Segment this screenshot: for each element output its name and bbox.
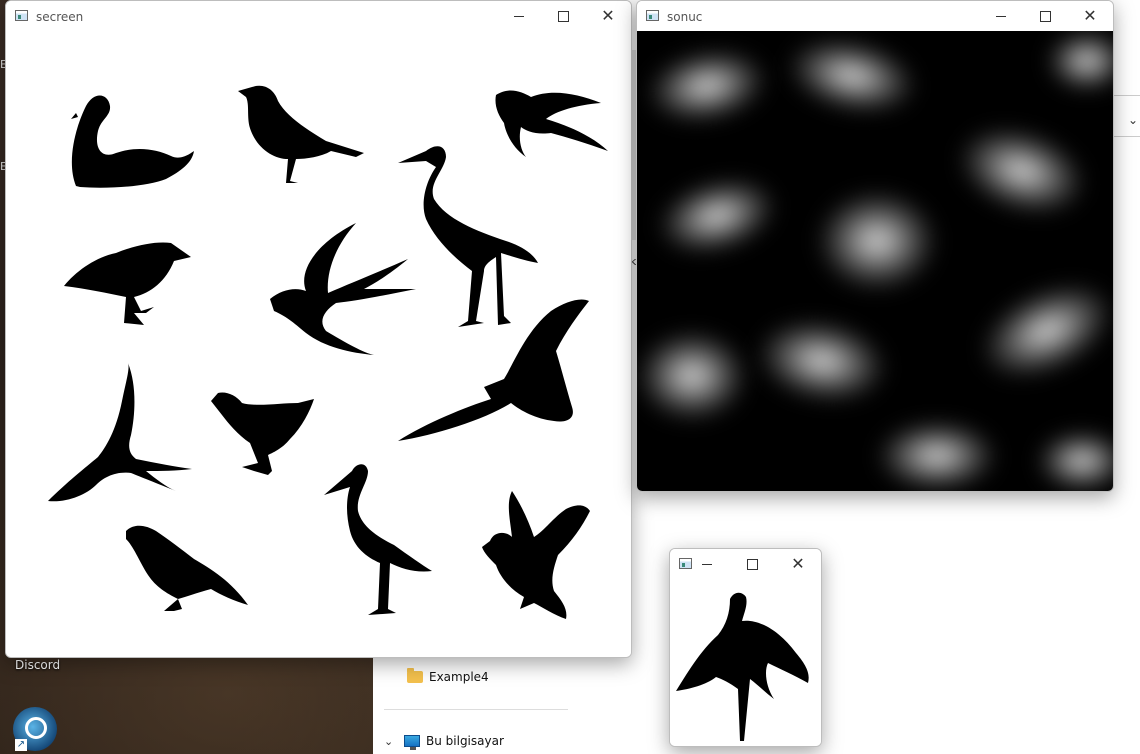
- window-title: sonuc: [667, 10, 703, 24]
- shortcut-arrow-icon: ↗: [15, 739, 27, 751]
- heatmap-blob: [641, 41, 773, 131]
- swallow-template-silhouette: [676, 592, 809, 741]
- heron-silhouette: [398, 146, 538, 327]
- heatmap-blob: [637, 331, 747, 421]
- sonuc-window: sonuc ✕: [636, 0, 1114, 492]
- heatmap-blob: [751, 310, 893, 412]
- heatmap-blob: [1037, 431, 1113, 491]
- nav-item-label: Bu bilgisayar: [426, 734, 504, 748]
- swallow-silhouette: [270, 223, 416, 355]
- hen-silhouette: [211, 392, 314, 475]
- stork-silhouette: [324, 464, 432, 615]
- nav-item-this-pc[interactable]: ⌄ Bu bilgisayar: [384, 734, 504, 750]
- starling-silhouette: [64, 242, 191, 325]
- window-titlebar[interactable]: ✕: [670, 549, 821, 579]
- swan-silhouette: [71, 95, 194, 188]
- heatmap-blob: [817, 191, 937, 291]
- window-title: secreen: [36, 10, 84, 24]
- bird-silhouettes-image: [6, 31, 631, 657]
- app-window-icon: [15, 10, 28, 21]
- maximize-button[interactable]: [730, 549, 774, 579]
- template-image: [670, 579, 821, 746]
- maximize-button[interactable]: [541, 1, 585, 31]
- swallow-silhouette: [495, 90, 608, 157]
- eagle-silhouette: [398, 299, 589, 441]
- steam-logo-ring: [25, 717, 47, 739]
- minimize-button[interactable]: [497, 1, 541, 31]
- maximize-button[interactable]: [1023, 1, 1067, 31]
- swallow-silhouette: [48, 363, 192, 502]
- chevron-down-icon[interactable]: ⌄: [384, 735, 398, 748]
- heatmap-blob: [966, 265, 1113, 397]
- minimize-button[interactable]: [685, 549, 729, 579]
- match-result-heatmap: [637, 31, 1113, 491]
- window-titlebar[interactable]: sonuc ✕: [637, 1, 1113, 31]
- close-button[interactable]: ✕: [586, 1, 630, 31]
- heatmap-blob: [947, 112, 1097, 230]
- discord-desktop-icon-label[interactable]: Discord: [15, 658, 60, 672]
- nav-divider: [384, 709, 568, 710]
- dove-silhouette: [482, 491, 590, 619]
- window-titlebar[interactable]: secreen ✕: [6, 1, 631, 31]
- sparrow-silhouette: [126, 525, 248, 611]
- heatmap-blob: [1047, 31, 1113, 91]
- chevron-down-icon[interactable]: ⌄: [1128, 113, 1138, 127]
- computer-icon: [404, 735, 420, 750]
- folder-icon: [407, 668, 423, 683]
- app-window-icon: [646, 10, 659, 21]
- close-button[interactable]: ✕: [776, 549, 820, 579]
- steam-icon[interactable]: ↗: [13, 707, 57, 751]
- nav-item-example4[interactable]: Example4: [407, 668, 489, 684]
- secreen-window: secreen ✕: [5, 0, 632, 658]
- heatmap-blob: [877, 421, 997, 491]
- heatmap-blob: [781, 31, 923, 124]
- close-button[interactable]: ✕: [1068, 1, 1112, 31]
- template-window: ✕: [669, 548, 822, 747]
- heatmap-blob: [649, 166, 785, 266]
- songbird-silhouette: [238, 85, 364, 183]
- nav-item-label: Example4: [429, 670, 489, 684]
- minimize-button[interactable]: [979, 1, 1023, 31]
